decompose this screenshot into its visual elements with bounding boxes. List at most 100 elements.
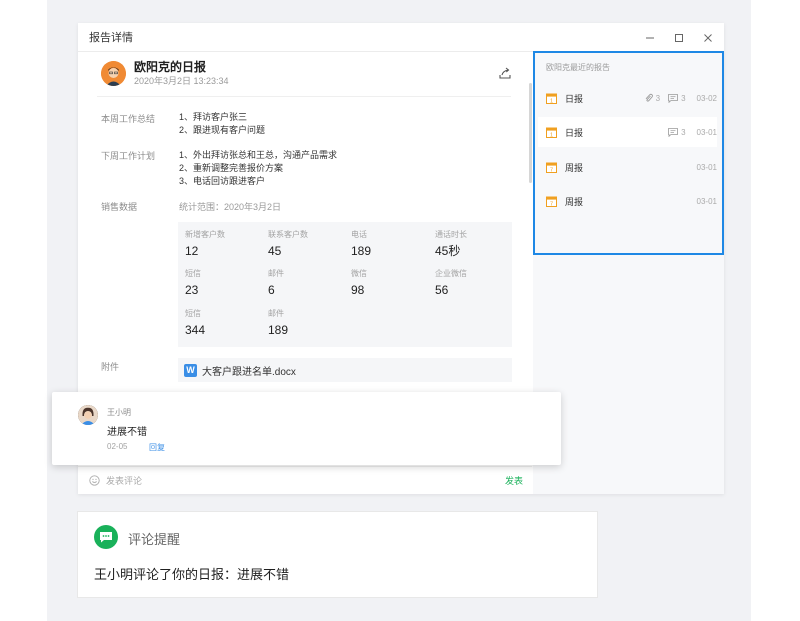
this-week-label: 本周工作总结 — [101, 114, 156, 124]
stat-value: 189 — [268, 323, 289, 337]
svg-text:1: 1 — [550, 98, 553, 104]
avatar — [101, 61, 126, 86]
stat-key: 微信 — [351, 269, 367, 278]
recent-report-item[interactable]: 7 周报 03-01 — [538, 152, 717, 182]
attachment-filename: 大客户跟进名单.docx — [202, 366, 296, 378]
comment-icon — [668, 93, 678, 103]
this-week-line: 1、拜访客户张三 — [179, 112, 248, 122]
report-header: 欧阳克的日报 2020年3月2日 13:23:34 — [101, 60, 229, 87]
comment-text: 进展不错 — [107, 427, 147, 438]
stat-key: 通话时长 — [435, 230, 467, 239]
stat-value: 23 — [185, 283, 199, 297]
reply-link[interactable]: 回复 — [149, 442, 165, 453]
stat-value: 45秒 — [435, 244, 461, 258]
recent-report-meta: 3 03-01 — [664, 128, 717, 137]
content-scrollbar[interactable] — [529, 83, 532, 183]
recent-report-date: 03-02 — [696, 93, 717, 103]
maximize-icon — [674, 33, 683, 42]
report-title: 欧阳克的日报 — [134, 60, 207, 74]
stat-cell: 微信 98 — [351, 269, 367, 298]
stat-value: 12 — [185, 244, 199, 258]
recent-report-date: 03-01 — [696, 162, 717, 172]
attachment-label: 附件 — [101, 362, 120, 372]
maximize-button[interactable] — [670, 29, 687, 46]
send-comment-button[interactable]: 发表 — [505, 474, 523, 487]
window-titlebar: 报告详情 — [78, 23, 724, 52]
stat-key: 新增客户数 — [185, 230, 225, 239]
stat-cell: 企业微信 56 — [435, 269, 467, 298]
recent-report-name: 周报 — [565, 162, 584, 173]
stat-value: 56 — [435, 283, 449, 297]
recent-report-item[interactable]: 7 周报 03-01 — [538, 186, 717, 216]
notification-card[interactable]: 评论提醒 王小明评论了你的日报：进展不错 — [77, 511, 598, 598]
stat-value: 45 — [268, 244, 282, 258]
stat-cell: 新增客户数 12 — [185, 230, 225, 259]
comment-popup: 王小明 进展不错 02-05 回复 — [52, 392, 561, 465]
comment-count: 3 — [681, 93, 686, 103]
recent-report-item[interactable]: 1 日报 3 03-01 — [538, 117, 717, 147]
next-week-line: 1、外出拜访张总和王总，沟通产品需求 — [179, 150, 338, 160]
comment-author: 王小明 — [107, 408, 131, 417]
recent-report-meta: 03-01 — [693, 197, 717, 206]
next-week-label: 下周工作计划 — [101, 151, 156, 161]
chat-bubble-icon — [94, 525, 118, 549]
stat-cell: 通话时长 45秒 — [435, 230, 467, 259]
calendar-icon: 1 — [546, 127, 557, 138]
recent-report-name: 日报 — [565, 127, 584, 138]
recent-report-meta: 03-01 — [693, 163, 717, 172]
svg-text:7: 7 — [550, 167, 553, 173]
this-week-content: 1、拜访客户张三 2、跟进现有客户问题 — [179, 111, 265, 137]
next-week-line: 3、电话回访跟进客户 — [179, 176, 266, 186]
recent-report-name: 周报 — [565, 196, 584, 207]
recent-report-item[interactable]: 1 日报 3 3 03-02 — [538, 83, 717, 113]
stat-value: 189 — [351, 244, 372, 258]
calendar-icon: 7 — [546, 196, 557, 207]
comment-input[interactable]: 发表评论 — [106, 474, 142, 487]
attachment-item[interactable]: W 大客户跟进名单.docx — [178, 358, 512, 382]
comment-date: 02-05 — [107, 442, 128, 451]
recent-report-name: 日报 — [565, 93, 584, 104]
stat-value: 98 — [351, 283, 365, 297]
paperclip-icon — [645, 93, 653, 102]
next-week-line: 2、重新调整完善报价方案 — [179, 163, 284, 173]
stat-key: 电话 — [351, 230, 367, 239]
close-icon — [703, 33, 712, 42]
notification-body: 王小明评论了你的日报：进展不错 — [94, 567, 290, 582]
stat-key: 联系客户数 — [268, 230, 308, 239]
header-divider — [97, 96, 511, 97]
this-week-line: 2、跟进现有客户问题 — [179, 125, 266, 135]
attachment-count: 3 — [655, 93, 661, 103]
next-week-content: 1、外出拜访张总和王总，沟通产品需求 2、重新调整完善报价方案 3、电话回访跟进… — [179, 149, 337, 188]
recent-report-meta: 3 3 03-02 — [640, 93, 717, 103]
stat-cell: 电话 189 — [351, 230, 371, 259]
stat-key: 短信 — [185, 269, 201, 278]
window-title: 报告详情 — [89, 32, 133, 44]
calendar-icon: 7 — [546, 162, 557, 173]
minimize-icon — [645, 37, 654, 38]
sales-stats-panel: 新增客户数 12 联系客户数 45 电话 189 通话时长 45秒 短信 23 … — [178, 222, 512, 347]
stat-cell: 邮件 189 — [268, 309, 288, 338]
recent-report-date: 03-01 — [696, 127, 717, 137]
window-controls — [641, 29, 716, 46]
stat-value: 344 — [185, 323, 206, 337]
recent-reports-panel: 欧阳克最近的报告 1 日报 3 3 03-02 1 日报 3 03-01 7 周… — [533, 51, 724, 255]
recent-report-date: 03-01 — [696, 196, 717, 206]
stat-key: 短信 — [185, 309, 201, 318]
notification-title: 评论提醒 — [128, 532, 181, 547]
svg-text:1: 1 — [550, 132, 553, 138]
close-button[interactable] — [699, 29, 716, 46]
stats-range: 统计范围：2020年3月2日 — [179, 202, 282, 212]
svg-text:7: 7 — [550, 201, 553, 207]
word-doc-icon: W — [184, 363, 197, 377]
comment-count: 3 — [681, 127, 686, 137]
sales-data-label: 销售数据 — [101, 202, 138, 212]
avatar — [78, 405, 98, 425]
emoji-icon[interactable] — [89, 475, 100, 486]
user-avatar-icon — [101, 61, 126, 86]
comment-icon — [668, 127, 678, 137]
stat-key: 企业微信 — [435, 269, 467, 278]
comment-bar: 发表评论 发表 — [78, 466, 532, 494]
user-avatar-icon — [78, 405, 98, 425]
share-icon[interactable] — [498, 66, 512, 80]
minimize-button[interactable] — [641, 29, 658, 46]
